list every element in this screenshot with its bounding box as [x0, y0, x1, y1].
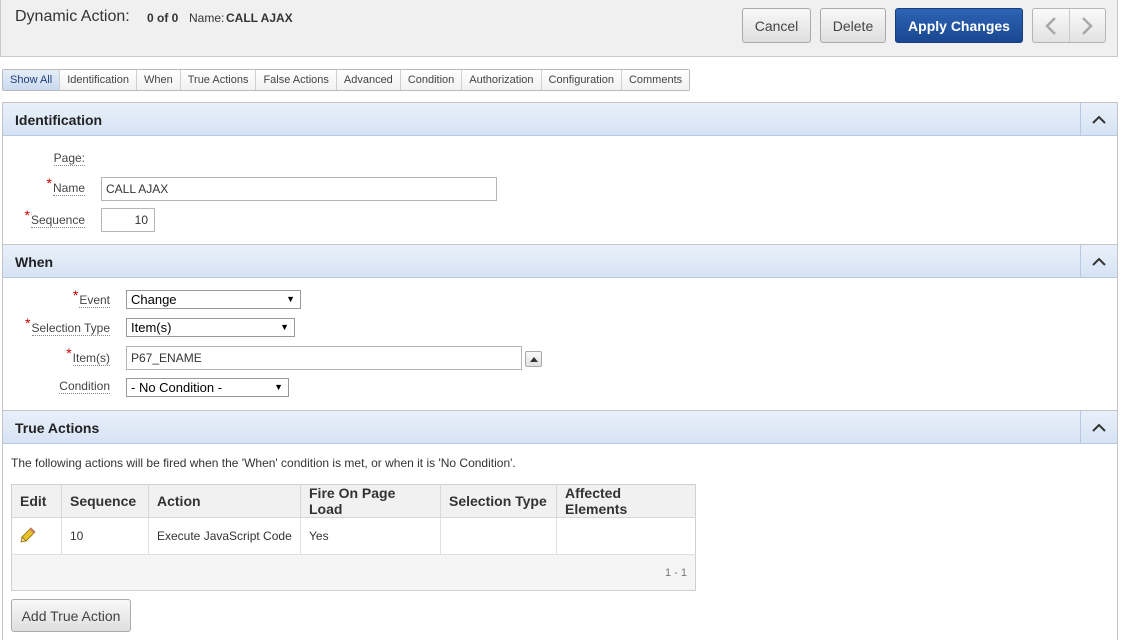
pencil-icon[interactable]	[20, 526, 36, 543]
identification-header: Identification	[3, 103, 1117, 136]
true-actions-header: True Actions	[3, 411, 1117, 444]
tab-show-all[interactable]: Show All	[3, 70, 61, 90]
action-name: CALL AJAX	[226, 11, 293, 25]
column-header[interactable]: Affected Elements	[556, 484, 696, 518]
page-header: Dynamic Action: 0 of 0 Name: CALL AJAX C…	[0, 0, 1118, 57]
region-title: Identification	[15, 112, 103, 128]
tab-configuration[interactable]: Configuration	[541, 70, 622, 90]
items-label: *Item(s)	[66, 345, 110, 366]
chevron-up-icon	[1092, 257, 1106, 266]
selection-type-label: *Selection Type	[25, 315, 110, 336]
true-actions-region: True Actions The following actions will …	[2, 410, 1118, 640]
chevron-left-icon	[1044, 16, 1056, 35]
selection-type-cell	[440, 517, 557, 555]
fire-on-load-cell: Yes	[300, 517, 441, 555]
collapse-button[interactable]	[1080, 103, 1117, 135]
tab-comments[interactable]: Comments	[621, 70, 690, 90]
tab-true-actions[interactable]: True Actions	[180, 70, 257, 90]
tab-advanced[interactable]: Advanced	[336, 70, 401, 90]
true-actions-table: Edit Sequence Action Fire On Page Load S…	[11, 484, 696, 591]
page-title: Dynamic Action:	[15, 8, 130, 25]
name-label: Name:	[189, 11, 225, 25]
affected-elements-cell	[556, 517, 696, 555]
tab-condition[interactable]: Condition	[400, 70, 463, 90]
pagination-text: 1 - 1	[11, 554, 696, 591]
true-actions-note: The following actions will be fired when…	[11, 456, 516, 470]
when-region: When *Event Change ▼ *Selection Type Item…	[2, 244, 1118, 411]
identification-region: Identification Page: *Name *Sequence	[2, 102, 1118, 245]
name-field-label: *Name	[46, 175, 85, 196]
chevron-up-icon	[529, 356, 538, 362]
condition-select[interactable]: - No Condition - ▼	[126, 378, 289, 397]
apply-changes-button[interactable]: Apply Changes	[895, 8, 1023, 43]
event-select[interactable]: Change ▼	[126, 290, 301, 309]
tab-false-actions[interactable]: False Actions	[256, 70, 337, 90]
tab-authorization[interactable]: Authorization	[462, 70, 542, 90]
next-button[interactable]	[1068, 9, 1106, 42]
tab-identification[interactable]: Identification	[60, 70, 137, 90]
chevron-up-icon	[1092, 115, 1106, 124]
region-title: When	[15, 254, 54, 270]
items-input[interactable]	[126, 346, 522, 370]
add-true-action-button[interactable]: Add True Action	[11, 599, 131, 632]
delete-button[interactable]: Delete	[820, 8, 886, 43]
edit-cell	[11, 517, 62, 555]
sequence-input[interactable]	[101, 208, 155, 232]
sequence-cell: 10	[61, 517, 149, 555]
previous-button[interactable]	[1033, 9, 1069, 42]
action-cell: Execute JavaScript Code	[148, 517, 301, 555]
record-count: 0 of 0	[147, 11, 179, 25]
collapse-button[interactable]	[1080, 245, 1117, 277]
sequence-label: *Sequence	[24, 207, 85, 228]
region-tabs: Show All Identification When True Action…	[2, 69, 691, 91]
chevron-right-icon	[1082, 16, 1094, 35]
selection-type-select[interactable]: Item(s) ▼	[126, 318, 295, 337]
region-title: True Actions	[15, 420, 100, 436]
column-header[interactable]: Edit	[11, 484, 62, 518]
cancel-button[interactable]: Cancel	[742, 8, 811, 43]
column-header[interactable]: Selection Type	[440, 484, 557, 518]
tab-when[interactable]: When	[136, 70, 181, 90]
page-label: Page:	[53, 151, 85, 166]
item-picker-button[interactable]	[525, 351, 542, 367]
column-header[interactable]: Action	[148, 484, 301, 518]
condition-label: Condition	[59, 379, 110, 394]
column-header[interactable]: Fire On Page Load	[300, 484, 441, 518]
chevron-up-icon	[1092, 423, 1106, 432]
pagination-row: 1 - 1	[11, 554, 696, 591]
column-header[interactable]: Sequence	[61, 484, 149, 518]
table-row: 10 Execute JavaScript Code Yes	[11, 517, 696, 555]
when-header: When	[3, 245, 1117, 278]
event-label: *Event	[72, 287, 110, 308]
collapse-button[interactable]	[1080, 411, 1117, 443]
name-input[interactable]	[101, 177, 497, 201]
record-navigation	[1032, 8, 1106, 43]
